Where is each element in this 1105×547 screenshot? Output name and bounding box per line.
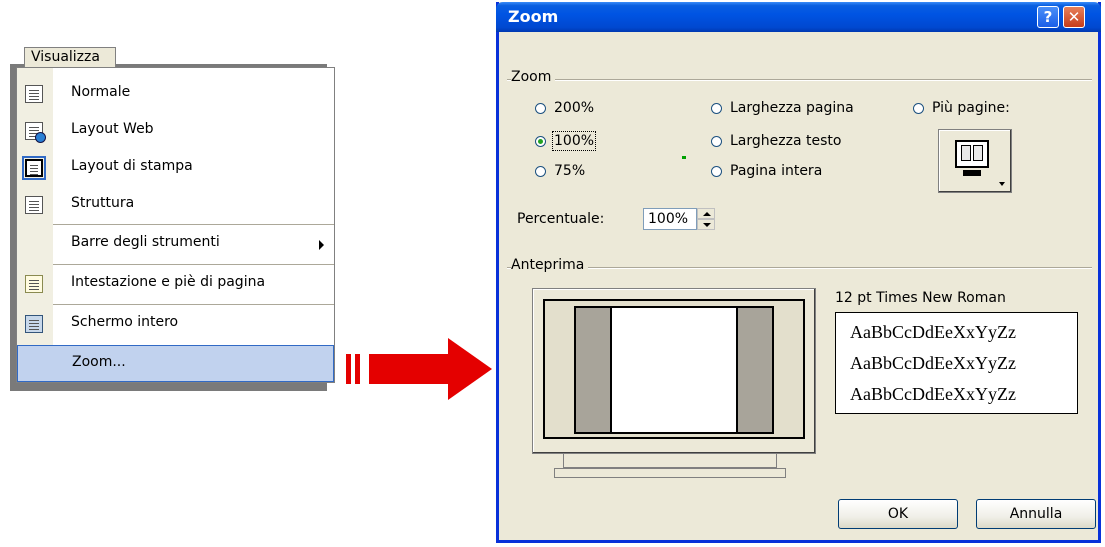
menu-title-visualizza[interactable]: Visualizza [24,47,116,68]
radio-text-width-label: Larghezza testo [730,133,842,149]
right-arrow-icon [448,338,492,400]
radio-whole-page-label: Pagina intera [730,163,823,179]
spin-up-button[interactable] [697,208,715,219]
spin-down-button[interactable] [697,219,715,230]
menu-item-barre-degli-strumenti[interactable]: Barre degli strumenti [17,226,334,263]
menu-item-normale[interactable]: Normale [17,76,334,113]
menu-item-label: Schermo intero [71,314,179,330]
radio-75-label: 75% [554,163,586,179]
menu-item-label: Barre degli strumenti [71,234,220,250]
dialog-title: Zoom [508,7,559,26]
percent-label: Percentuale: [517,211,605,227]
radio-75[interactable]: 75% [535,161,585,181]
menu-item-layout-web[interactable]: Layout Web [17,113,334,150]
radio-circle [711,102,722,114]
menu-item-label: Intestazione e piè di pagina [71,274,266,290]
close-button[interactable]: ✕ [1063,6,1085,28]
menu-item-label: Layout di stampa [71,158,193,174]
monitor-foot [554,468,786,478]
dialog-titlebar[interactable]: Zoom ? ✕ [496,2,1101,32]
arrow-body [369,354,451,384]
radio-many-pages-label: Più pagine: [932,100,1010,116]
menu-item-label: Zoom... [72,354,126,370]
font-sample-line: AaBbCcDdEeXxYyZz [850,322,1016,342]
arrow-stripe [346,354,351,384]
radio-circle [535,135,546,147]
radio-100[interactable]: 100% [535,131,597,151]
menu-item-label: Struttura [71,195,135,211]
menu-separator [53,264,334,265]
font-caption: 12 pt Times New Roman [835,290,1006,306]
preview-group-line [507,267,1092,269]
zoom-dialog: Zoom ? ✕ Zoom 200% 100% 75% Larghezza pa… [496,2,1101,543]
menu-item-schermo-intero[interactable]: Schermo intero [17,306,334,343]
full-screen-icon [25,315,43,333]
menu-item-label: Normale [71,84,131,100]
radio-circle [535,165,546,177]
font-sample-box: AaBbCcDdEeXxYyZz AaBbCcDdEeXxYyZz AaBbCc… [835,312,1078,414]
dropdown-caret-icon [999,182,1005,186]
monitor-screen [574,306,774,434]
percent-input[interactable] [643,208,697,230]
ok-button[interactable]: OK [838,499,958,529]
view-menu: Normale Layout Web Layout di stampa Stru… [16,67,335,383]
web-layout-icon [25,122,46,143]
cancel-button[interactable]: Annulla [976,499,1096,529]
outline-icon [25,196,43,214]
radio-circle [711,135,722,147]
radio-200-label: 200% [554,100,595,116]
help-button[interactable]: ? [1037,6,1059,28]
zoom-group-label: Zoom [511,69,556,85]
print-layout-icon [22,156,46,180]
radio-page-width-label: Larghezza pagina [730,100,854,116]
header-footer-icon [25,275,43,293]
zoom-group-line [507,79,1092,81]
menu-item-struttura[interactable]: Struttura [17,187,334,224]
normal-view-icon [25,85,43,103]
power-led-icon [682,156,686,159]
monitor-bezel [543,299,805,439]
menu-item-zoom[interactable]: Zoom... [17,345,334,382]
radio-page-width[interactable]: Larghezza pagina [711,98,854,118]
radio-many-pages[interactable]: Più pagine: [913,98,1010,118]
percent-spinner [697,208,715,230]
radio-whole-page[interactable]: Pagina intera [711,161,822,181]
monitor-base-icon [963,170,981,176]
radio-200[interactable]: 200% [535,98,594,118]
monitor-pages-icon [955,140,989,168]
menu-item-layout-di-stampa[interactable]: Layout di stampa [17,150,334,187]
submenu-arrow-icon [319,240,324,250]
preview-monitor [532,288,816,454]
radio-circle [535,102,546,114]
arrow-stripe [355,354,360,384]
menu-separator [53,224,334,225]
preview-page [610,308,738,432]
radio-text-width[interactable]: Larghezza testo [711,131,841,151]
radio-circle [913,102,924,114]
menu-title-label: Visualizza [31,49,100,65]
radio-circle [711,165,722,177]
font-sample-line: AaBbCcDdEeXxYyZz [850,353,1016,373]
many-pages-button[interactable] [938,129,1012,193]
menu-item-label: Layout Web [71,121,154,137]
menu-separator [53,304,334,305]
menu-item-intestazione[interactable]: Intestazione e piè di pagina [17,266,334,303]
monitor-stand [563,454,777,468]
preview-group-label: Anteprima [511,257,589,273]
radio-100-label: 100% [551,131,597,151]
font-sample-line: AaBbCcDdEeXxYyZz [850,384,1016,404]
